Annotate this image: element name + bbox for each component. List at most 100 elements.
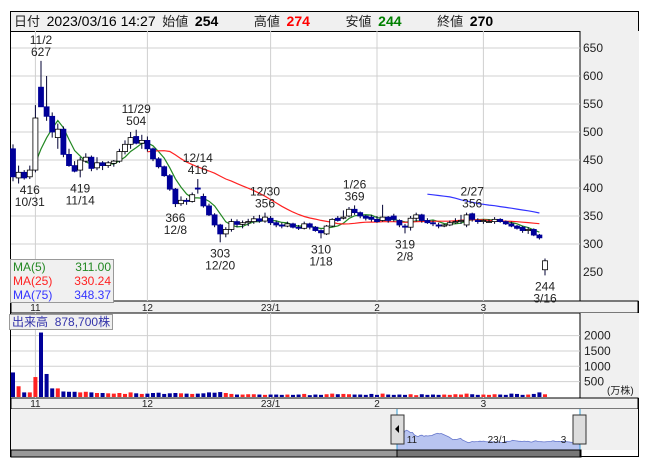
- candle[interactable]: [514, 225, 520, 229]
- candle[interactable]: [133, 136, 140, 144]
- candle[interactable]: [250, 218, 257, 223]
- candle[interactable]: [486, 221, 492, 224]
- candle[interactable]: [536, 234, 543, 239]
- chart-canvas[interactable]: 650 600 550 500 450 400 350 300 250 200015001000 5…: [0, 0, 653, 470]
- candle[interactable]: [379, 216, 386, 221]
- candle[interactable]: [200, 195, 207, 207]
- candle[interactable]: [32, 117, 39, 171]
- candle[interactable]: [278, 224, 285, 227]
- candle[interactable]: [222, 229, 229, 235]
- scrollbar-track-left[interactable]: [10, 449, 398, 458]
- candle[interactable]: [458, 220, 464, 222]
- candle[interactable]: [116, 151, 123, 162]
- candle[interactable]: [49, 115, 56, 133]
- candle[interactable]: [239, 222, 246, 225]
- candle[interactable]: [38, 86, 44, 108]
- navigator-right-handle[interactable]: [572, 414, 587, 445]
- candle[interactable]: [469, 213, 476, 220]
- candle[interactable]: [525, 229, 532, 231]
- candle[interactable]: [15, 171, 22, 179]
- candle[interactable]: [267, 217, 274, 224]
- candle[interactable]: [71, 165, 78, 172]
- candle[interactable]: [172, 188, 179, 205]
- candle[interactable]: [150, 148, 156, 160]
- candle[interactable]: [385, 216, 392, 221]
- scrollbar-thumb[interactable]: [396, 449, 581, 458]
- candle[interactable]: [194, 187, 201, 190]
- candle[interactable]: [334, 217, 341, 221]
- candle[interactable]: [228, 221, 235, 230]
- candle[interactable]: [441, 224, 448, 227]
- candle[interactable]: [430, 222, 436, 225]
- candle[interactable]: [542, 260, 548, 271]
- candle[interactable]: [262, 216, 268, 222]
- candle[interactable]: [21, 171, 28, 179]
- candle[interactable]: [508, 223, 515, 227]
- candle[interactable]: [43, 106, 50, 117]
- candle[interactable]: [77, 159, 84, 171]
- candle[interactable]: [273, 222, 280, 226]
- candle[interactable]: [60, 128, 67, 155]
- candle[interactable]: [110, 160, 117, 164]
- candle[interactable]: [435, 224, 442, 227]
- candle[interactable]: [105, 162, 112, 167]
- candle[interactable]: [418, 214, 425, 221]
- candle[interactable]: [357, 212, 364, 217]
- candle[interactable]: [82, 156, 89, 162]
- candle[interactable]: [312, 226, 319, 231]
- candle[interactable]: [301, 223, 308, 229]
- candle[interactable]: [368, 216, 375, 220]
- candle[interactable]: [206, 205, 212, 216]
- candle[interactable]: [474, 220, 481, 222]
- candle[interactable]: [424, 220, 431, 224]
- candle[interactable]: [211, 214, 218, 226]
- candle[interactable]: [329, 218, 336, 227]
- candle[interactable]: [234, 221, 240, 225]
- candle[interactable]: [178, 199, 184, 205]
- candle[interactable]: [446, 222, 453, 226]
- candle[interactable]: [351, 208, 358, 214]
- candle[interactable]: [346, 208, 352, 217]
- candle[interactable]: [340, 216, 347, 219]
- candle[interactable]: [290, 223, 296, 228]
- candle[interactable]: [99, 162, 106, 167]
- candle[interactable]: [452, 221, 459, 224]
- candle[interactable]: [189, 194, 196, 202]
- candle[interactable]: [502, 221, 509, 225]
- candle[interactable]: [66, 153, 72, 166]
- candle[interactable]: [402, 225, 408, 228]
- candle[interactable]: [374, 218, 380, 223]
- candle[interactable]: [26, 169, 33, 178]
- candle[interactable]: [217, 224, 224, 235]
- candle[interactable]: [10, 148, 16, 178]
- candle[interactable]: [497, 218, 504, 223]
- candle[interactable]: [396, 220, 403, 226]
- candle[interactable]: [122, 143, 128, 153]
- candle[interactable]: [463, 214, 470, 226]
- candle[interactable]: [362, 215, 369, 219]
- candle[interactable]: [318, 230, 324, 234]
- candle[interactable]: [407, 217, 414, 228]
- candle[interactable]: [530, 229, 537, 236]
- candle[interactable]: [323, 225, 330, 235]
- candle[interactable]: [54, 128, 61, 138]
- candle[interactable]: [144, 139, 151, 150]
- candle[interactable]: [519, 226, 526, 231]
- candle[interactable]: [256, 218, 263, 222]
- candle[interactable]: [413, 214, 420, 219]
- candle[interactable]: [306, 223, 313, 228]
- candle[interactable]: [138, 139, 145, 144]
- candle[interactable]: [127, 137, 134, 145]
- candle[interactable]: [88, 156, 95, 169]
- candle[interactable]: [94, 162, 100, 169]
- candle[interactable]: [480, 220, 487, 222]
- candle[interactable]: [166, 175, 173, 190]
- candle[interactable]: [390, 215, 397, 220]
- candle[interactable]: [183, 199, 190, 202]
- candle[interactable]: [284, 223, 291, 227]
- candle[interactable]: [245, 221, 252, 224]
- candle[interactable]: [155, 158, 162, 168]
- candle[interactable]: [295, 226, 302, 229]
- candle[interactable]: [161, 166, 168, 177]
- candle[interactable]: [491, 218, 498, 223]
